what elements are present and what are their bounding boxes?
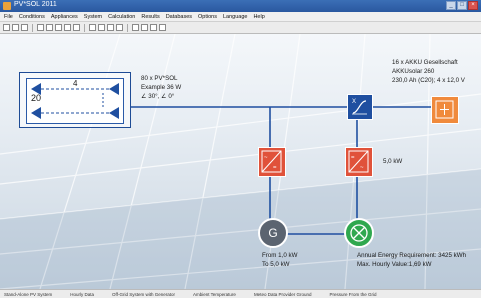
copy-icon[interactable]: [55, 24, 62, 31]
app-icon: [3, 2, 11, 10]
status-item: Meteo Data Provider Ground: [253, 291, 312, 297]
toolbar-separator: [32, 23, 33, 32]
annual-energy-requirement: Annual Energy Requirement: 3425 kWh: [357, 252, 467, 259]
pv-module-type: Example 36 W: [141, 84, 182, 91]
pv-module-count: 80 x PV*SOL: [141, 75, 178, 82]
settings-icon[interactable]: [150, 24, 157, 31]
menu-results[interactable]: Results: [141, 14, 159, 20]
pv-orientation: ∠ 30°, ∠ 0°: [141, 93, 175, 100]
status-item: Pressure From the Grid: [329, 291, 377, 297]
menu-conditions[interactable]: Conditions: [19, 14, 45, 20]
menu-bar: File Conditions Appliances System Calcul…: [0, 12, 481, 22]
info-icon[interactable]: [141, 24, 148, 31]
menu-language[interactable]: Language: [223, 14, 247, 20]
close-button[interactable]: ×: [468, 1, 478, 10]
paste-icon[interactable]: [64, 24, 71, 31]
toolbar-separator: [127, 23, 128, 32]
status-item: Off-Grid System with Generator: [112, 291, 175, 297]
print-icon[interactable]: [37, 24, 44, 31]
inverter-right-icon[interactable]: = ~: [345, 147, 373, 177]
pv-string-diagram: 4 20: [26, 78, 124, 124]
battery-type: AKKUsolar 260: [392, 68, 435, 75]
max-hourly-value: Max. Hourly Value:1,69 kW: [357, 261, 432, 268]
svg-text:~: ~: [360, 165, 364, 171]
chart-icon[interactable]: [89, 24, 96, 31]
battery-capacity: 230,0 Ah (C20); 4 x 12,0 V: [392, 77, 465, 84]
status-item: Stand-Alone PV System: [4, 291, 53, 297]
charge-controller-icon[interactable]: X: [347, 94, 373, 120]
menu-system[interactable]: System: [84, 14, 102, 20]
svg-text:=: =: [273, 165, 277, 171]
system-diagram-canvas: 4 20 80 x PV*SOL Example 36 W ∠ 30°, ∠ 0…: [0, 34, 481, 289]
minimize-button[interactable]: _: [446, 1, 456, 10]
toolbar: [0, 22, 481, 34]
calc-icon[interactable]: [107, 24, 114, 31]
string-count: 20: [31, 93, 42, 103]
status-item: Ambient Temperature: [192, 291, 236, 297]
generator-max: To 5,0 kW: [262, 261, 290, 268]
menu-help[interactable]: Help: [253, 14, 264, 20]
battery-icon[interactable]: [431, 96, 459, 124]
consumer-icon[interactable]: [344, 218, 374, 248]
menu-calculation[interactable]: Calculation: [108, 14, 135, 20]
cut-icon[interactable]: [46, 24, 53, 31]
save-icon[interactable]: [21, 24, 28, 31]
open-icon[interactable]: [12, 24, 19, 31]
battery-count: 16 x AKKU Gesellschaft: [392, 59, 458, 66]
new-icon[interactable]: [3, 24, 10, 31]
menu-options[interactable]: Options: [198, 14, 217, 20]
svg-text:=: =: [351, 155, 355, 161]
status-item: Hourly Data: [70, 291, 95, 297]
pointer-icon[interactable]: [159, 24, 166, 31]
window-title: PV*SOL 2011: [14, 1, 57, 8]
pv-array-box[interactable]: 4 20: [19, 72, 131, 128]
maximize-button[interactable]: □: [457, 1, 467, 10]
svg-text:~: ~: [264, 155, 268, 161]
menu-appliances[interactable]: Appliances: [51, 14, 78, 20]
inverter-power-label: 5,0 kW: [383, 158, 403, 165]
generator-icon[interactable]: G: [258, 218, 288, 248]
svg-text:X: X: [352, 99, 356, 105]
menu-databases[interactable]: Databases: [166, 14, 192, 20]
help-icon[interactable]: [132, 24, 139, 31]
generator-min: From 1,0 kW: [262, 252, 298, 259]
menu-file[interactable]: File: [4, 14, 13, 20]
undo-icon[interactable]: [73, 24, 80, 31]
modules-per-string: 4: [73, 79, 78, 88]
table-icon[interactable]: [98, 24, 105, 31]
toolbar-separator: [84, 23, 85, 32]
sum-icon[interactable]: [116, 24, 123, 31]
inverter-left-icon[interactable]: ~ =: [258, 147, 286, 177]
status-bar: Stand-Alone PV System Hourly Data Off-Gr…: [0, 289, 481, 298]
title-bar: PV*SOL 2011 _ □ ×: [0, 0, 481, 12]
